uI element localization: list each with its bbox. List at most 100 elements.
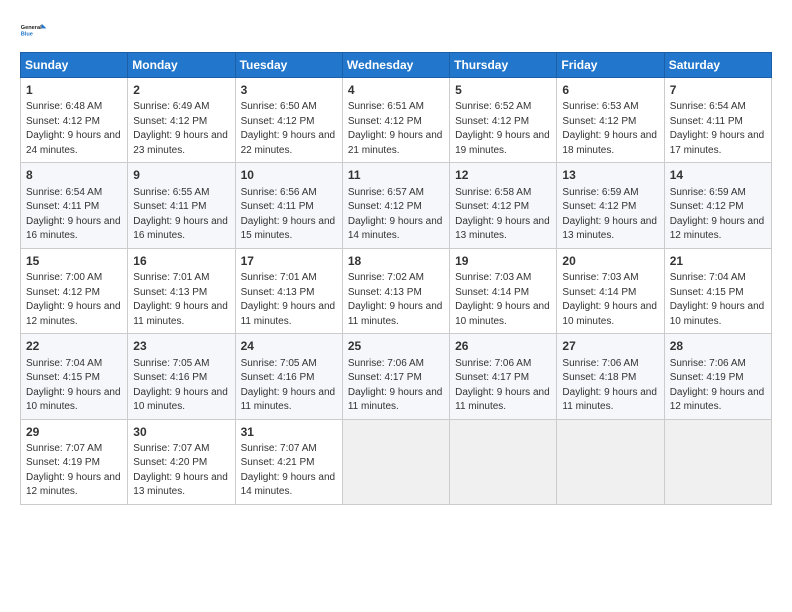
sunrise-text: Sunrise: 7:07 AM bbox=[26, 443, 102, 454]
calendar-day-cell: 30Sunrise: 7:07 AMSunset: 4:20 PMDayligh… bbox=[128, 419, 235, 504]
daylight-text: Daylight: 9 hours and 11 minutes. bbox=[455, 387, 550, 413]
daylight-text: Daylight: 9 hours and 16 minutes. bbox=[133, 216, 228, 242]
sunrise-text: Sunrise: 7:04 AM bbox=[670, 272, 746, 283]
day-number: 7 bbox=[670, 82, 766, 99]
day-number: 22 bbox=[26, 338, 122, 355]
day-number: 19 bbox=[455, 253, 551, 270]
sunrise-text: Sunrise: 7:05 AM bbox=[241, 358, 317, 369]
day-number: 25 bbox=[348, 338, 444, 355]
calendar-day-cell: 21 Sunrise: 7:04 AM Sunset: 4:15 PM Dayligh… bbox=[664, 248, 771, 333]
sunset-text: Sunset: 4:17 PM bbox=[348, 372, 422, 383]
sunrise-text: Sunrise: 7:02 AM bbox=[348, 272, 424, 283]
daylight-text: Daylight: 9 hours and 12 minutes. bbox=[26, 301, 121, 327]
calendar-day-cell: 4Sunrise: 6:51 AMSunset: 4:12 PMDaylight… bbox=[342, 78, 449, 163]
daylight-text: Daylight: 9 hours and 22 minutes. bbox=[241, 130, 336, 156]
sunrise-text: Sunrise: 6:56 AM bbox=[241, 187, 317, 198]
calendar-day-cell: 19Sunrise: 7:03 AMSunset: 4:14 PMDayligh… bbox=[450, 248, 557, 333]
daylight-text: Daylight: 9 hours and 11 minutes. bbox=[348, 301, 443, 327]
daylight-text: Daylight: 9 hours and 11 minutes. bbox=[241, 301, 336, 327]
sunset-text: Sunset: 4:12 PM bbox=[455, 116, 529, 127]
calendar-header-cell: Thursday bbox=[450, 53, 557, 78]
svg-text:Blue: Blue bbox=[21, 32, 33, 38]
calendar-week-row: 22Sunrise: 7:04 AMSunset: 4:15 PMDayligh… bbox=[21, 334, 772, 419]
sunrise-text: Sunrise: 7:01 AM bbox=[133, 272, 209, 283]
calendar-day-cell: 31Sunrise: 7:07 AMSunset: 4:21 PMDayligh… bbox=[235, 419, 342, 504]
calendar-body: 1 Sunrise: 6:48 AM Sunset: 4:12 PM Daylight… bbox=[21, 78, 772, 505]
day-number: 24 bbox=[241, 338, 337, 355]
daylight-text: Daylight: 9 hours and 11 minutes. bbox=[241, 387, 336, 413]
daylight-text: Daylight: 9 hours and 10 minutes. bbox=[670, 301, 765, 327]
day-number: 10 bbox=[241, 167, 337, 184]
sunrise-text: Sunrise: 7:01 AM bbox=[241, 272, 317, 283]
sunrise-text: Sunrise: 6:48 AM bbox=[26, 101, 102, 112]
day-number: 8 bbox=[26, 167, 122, 184]
calendar-day-cell: 1Sunrise: 6:48 AMSunset: 4:12 PMDaylight… bbox=[21, 78, 128, 163]
sunrise-text: Sunrise: 6:58 AM bbox=[455, 187, 531, 198]
sunrise-text: Sunrise: 7:05 AM bbox=[133, 358, 209, 369]
calendar-day-cell: 23Sunrise: 7:05 AMSunset: 4:16 PMDayligh… bbox=[128, 334, 235, 419]
day-number: 12 bbox=[455, 167, 551, 184]
sunrise-text: Sunrise: 7:07 AM bbox=[241, 443, 317, 454]
daylight-text: Daylight: 9 hours and 14 minutes. bbox=[348, 216, 443, 242]
sunset-text: Sunset: 4:12 PM bbox=[26, 287, 100, 298]
sunrise-text: Sunrise: 6:59 AM bbox=[562, 187, 638, 198]
calendar-week-row: 1 Sunrise: 6:48 AM Sunset: 4:12 PM Daylight… bbox=[21, 78, 772, 163]
daylight-text: Daylight: 9 hours and 10 minutes. bbox=[133, 387, 228, 413]
sunrise-text: Sunrise: 7:06 AM bbox=[670, 358, 746, 369]
day-number: 6 bbox=[562, 82, 658, 99]
calendar-day-cell: 18Sunrise: 7:02 AMSunset: 4:13 PMDayligh… bbox=[342, 248, 449, 333]
sunset-text: Sunset: 4:12 PM bbox=[241, 116, 315, 127]
day-number: 14 bbox=[670, 167, 766, 184]
sunset-text: Sunset: 4:18 PM bbox=[562, 372, 636, 383]
sunset-text: Sunset: 4:12 PM bbox=[348, 116, 422, 127]
sunset-text: Sunset: 4:15 PM bbox=[670, 287, 744, 298]
day-number: 27 bbox=[562, 338, 658, 355]
sunrise-text: Sunrise: 7:07 AM bbox=[133, 443, 209, 454]
day-number: 9 bbox=[133, 167, 229, 184]
day-number: 1 bbox=[26, 82, 122, 99]
calendar-header-cell: Tuesday bbox=[235, 53, 342, 78]
daylight-text: Daylight: 9 hours and 12 minutes. bbox=[26, 472, 121, 498]
calendar-week-row: 15Sunrise: 7:00 AMSunset: 4:12 PMDayligh… bbox=[21, 248, 772, 333]
daylight-text: Daylight: 9 hours and 19 minutes. bbox=[455, 130, 550, 156]
daylight-text: Daylight: 9 hours and 13 minutes. bbox=[455, 216, 550, 242]
calendar-day-cell: 27Sunrise: 7:06 AMSunset: 4:18 PMDayligh… bbox=[557, 334, 664, 419]
day-number: 31 bbox=[241, 424, 337, 441]
sunset-text: Sunset: 4:12 PM bbox=[348, 201, 422, 212]
sunset-text: Sunset: 4:16 PM bbox=[241, 372, 315, 383]
sunset-text: Sunset: 4:11 PM bbox=[26, 201, 99, 212]
sunset-text: Sunset: 4:17 PM bbox=[455, 372, 529, 383]
day-number: 3 bbox=[241, 82, 337, 99]
sunset-text: Sunset: 4:14 PM bbox=[562, 287, 636, 298]
logo-icon: GeneralBlue bbox=[20, 16, 48, 44]
calendar-table: SundayMondayTuesdayWednesdayThursdayFrid… bbox=[20, 52, 772, 505]
day-number: 4 bbox=[348, 82, 444, 99]
day-number: 16 bbox=[133, 253, 229, 270]
sunset-text: Sunset: 4:12 PM bbox=[562, 201, 636, 212]
sunrise-text: Sunrise: 6:57 AM bbox=[348, 187, 424, 198]
day-number: 18 bbox=[348, 253, 444, 270]
calendar-day-cell: 15Sunrise: 7:00 AMSunset: 4:12 PMDayligh… bbox=[21, 248, 128, 333]
sunrise-text: Sunrise: 7:03 AM bbox=[562, 272, 638, 283]
calendar-day-cell: 16Sunrise: 7:01 AMSunset: 4:13 PMDayligh… bbox=[128, 248, 235, 333]
sunset-text: Sunset: 4:20 PM bbox=[133, 457, 207, 468]
sunrise-text: Sunrise: 6:59 AM bbox=[670, 187, 746, 198]
calendar-day-cell: 29Sunrise: 7:07 AMSunset: 4:19 PMDayligh… bbox=[21, 419, 128, 504]
daylight-text: Daylight: 9 hours and 15 minutes. bbox=[241, 216, 336, 242]
daylight-text: Daylight: 9 hours and 13 minutes. bbox=[562, 216, 657, 242]
calendar-day-cell: 12 Sunrise: 6:58 AM Sunset: 4:12 PM Dayligh… bbox=[450, 163, 557, 248]
sunrise-text: Sunrise: 6:55 AM bbox=[133, 187, 209, 198]
daylight-text: Daylight: 9 hours and 11 minutes. bbox=[348, 387, 443, 413]
daylight-text: Daylight: 9 hours and 24 minutes. bbox=[26, 130, 121, 156]
sunset-text: Sunset: 4:12 PM bbox=[455, 201, 529, 212]
day-number: 26 bbox=[455, 338, 551, 355]
day-number: 21 bbox=[670, 253, 766, 270]
day-number: 13 bbox=[562, 167, 658, 184]
calendar-day-cell: 7Sunrise: 6:54 AMSunset: 4:11 PMDaylight… bbox=[664, 78, 771, 163]
sunset-text: Sunset: 4:21 PM bbox=[241, 457, 315, 468]
sunrise-text: Sunrise: 7:03 AM bbox=[455, 272, 531, 283]
calendar-header-cell: Saturday bbox=[664, 53, 771, 78]
calendar-header-cell: Monday bbox=[128, 53, 235, 78]
sunset-text: Sunset: 4:11 PM bbox=[241, 201, 314, 212]
daylight-text: Daylight: 9 hours and 10 minutes. bbox=[562, 301, 657, 327]
